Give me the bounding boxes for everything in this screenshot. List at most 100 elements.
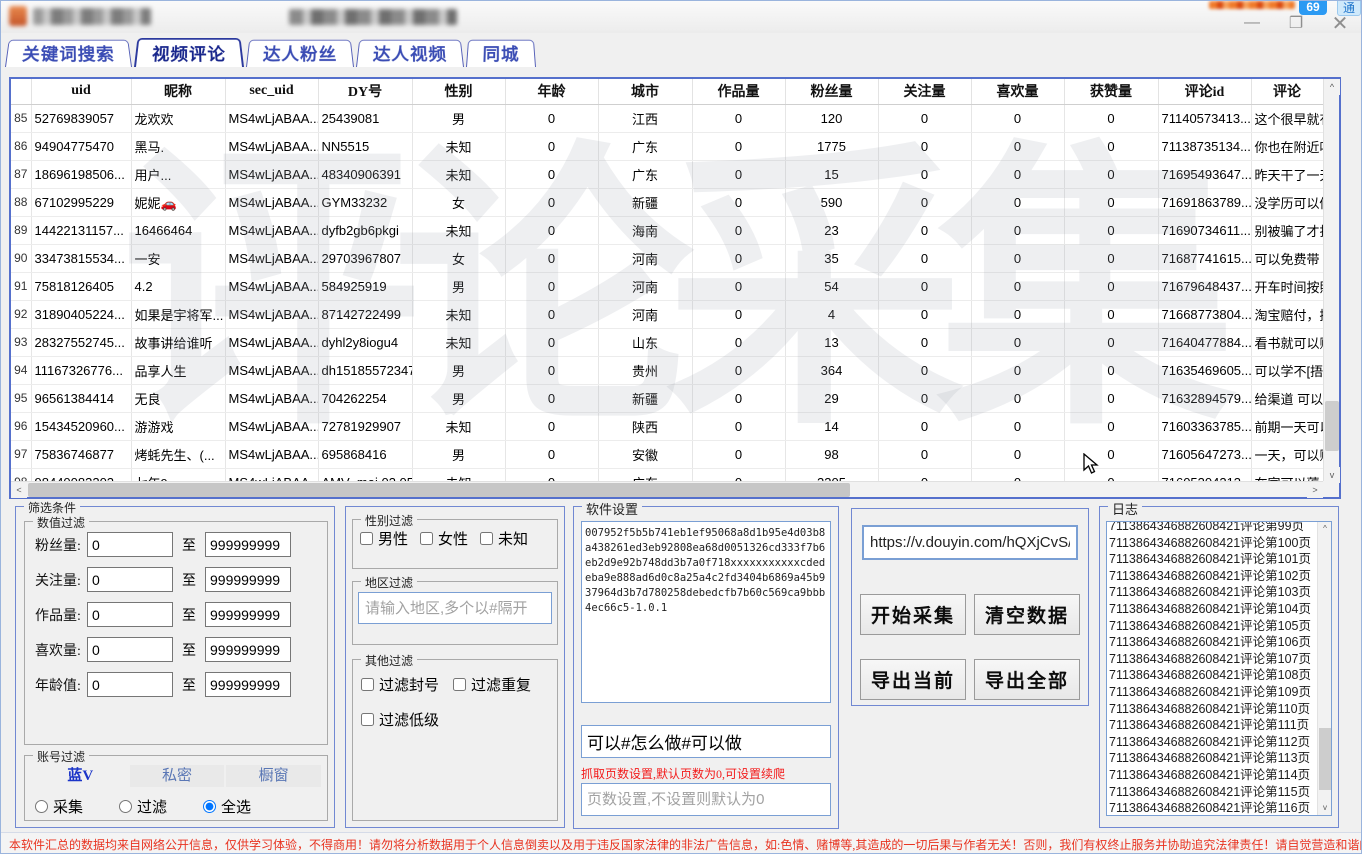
log-entry[interactable]: 7113864346882608421评论第106页: [1109, 634, 1316, 651]
start-collect-button[interactable]: 开始采集: [860, 594, 966, 635]
likes-max-input[interactable]: [205, 637, 291, 662]
checkbox-filter-duplicate[interactable]: 过滤重复: [453, 674, 531, 695]
comment-keyword-input[interactable]: [581, 725, 831, 758]
column-header[interactable]: 喜欢量: [971, 79, 1064, 104]
vertical-scroll-thumb[interactable]: [1325, 401, 1339, 451]
minimize-icon[interactable]: —: [1241, 13, 1263, 33]
log-scrollbar[interactable]: ^ v: [1317, 522, 1331, 815]
chevron-up-icon[interactable]: ^: [1318, 522, 1332, 536]
tab-influencer-videos[interactable]: 达人视频: [356, 40, 464, 67]
checkbox-filter-lowlevel[interactable]: 过滤低级: [361, 709, 439, 730]
radio-collect[interactable]: 采集: [35, 796, 83, 817]
column-header[interactable]: 城市: [598, 79, 692, 104]
fans-min-input[interactable]: [87, 532, 173, 557]
log-entry[interactable]: 7113864346882608421评论第101页: [1109, 551, 1316, 568]
table-row[interactable]: 89 14422131157... 16466464 MS4wLjABAA...…: [11, 216, 1323, 244]
log-entry[interactable]: 7113864346882608421评论第109页: [1109, 684, 1316, 701]
column-header[interactable]: 评论id: [1158, 79, 1251, 104]
log-entry[interactable]: 7113864346882608421评论第102页: [1109, 568, 1316, 585]
column-header[interactable]: 评论: [1251, 79, 1323, 104]
horizontal-scroll-thumb[interactable]: [28, 483, 850, 497]
table-row[interactable]: 93 28327552745... 故事讲给谁听 MS4wLjABAA... d…: [11, 328, 1323, 356]
segment-private[interactable]: 私密: [130, 765, 225, 787]
column-header[interactable]: 作品量: [692, 79, 785, 104]
radio-filter[interactable]: 过滤: [119, 796, 167, 817]
log-entry[interactable]: 7113864346882608421评论第114页: [1109, 767, 1316, 784]
checkbox-unknown-input[interactable]: [480, 532, 493, 545]
column-header[interactable]: 昵称: [131, 79, 225, 104]
table-row[interactable]: 86 94904775470 黑马. MS4wLjABAA... NN5515 …: [11, 132, 1323, 160]
chevron-left-icon[interactable]: <: [11, 482, 27, 498]
radio-select-all-input[interactable]: [203, 800, 216, 813]
table-row[interactable]: 87 18696198506... 用户... MS4wLjABAA... 48…: [11, 160, 1323, 188]
column-header[interactable]: 性别: [412, 79, 505, 104]
checkbox-male[interactable]: 男性: [360, 528, 408, 549]
close-icon[interactable]: ✕: [1329, 13, 1351, 33]
log-entry[interactable]: 7113864346882608421评论第103页: [1109, 584, 1316, 601]
table-row[interactable]: 96 15434520960... 游游戏 MS4wLjABAA... 7278…: [11, 412, 1323, 440]
table-row[interactable]: 94 11167326776... 品享人生 MS4wLjABAA... dh1…: [11, 356, 1323, 384]
follow-min-input[interactable]: [87, 567, 173, 592]
log-entry[interactable]: 7113864346882608421评论第113页: [1109, 750, 1316, 767]
license-key-textarea[interactable]: 007952f5b5b741eb1ef95068a8d1b95e4d03b8a4…: [581, 521, 831, 703]
column-header[interactable]: sec_uid: [225, 79, 318, 104]
log-entry[interactable]: 7113864346882608421评论第100页: [1109, 535, 1316, 552]
follow-max-input[interactable]: [205, 567, 291, 592]
segment-showcase[interactable]: 橱窗: [226, 765, 321, 787]
column-header[interactable]: 获赞量: [1064, 79, 1158, 104]
works-max-input[interactable]: [205, 602, 291, 627]
age-min-input[interactable]: [87, 672, 173, 697]
video-url-input[interactable]: [862, 525, 1078, 560]
radio-collect-input[interactable]: [35, 800, 48, 813]
chevron-up-icon[interactable]: ^: [1324, 79, 1340, 95]
log-entry[interactable]: 7113864346882608421评论第111页: [1109, 717, 1316, 734]
tab-keyword-search[interactable]: 关键词搜索: [5, 40, 132, 67]
column-header[interactable]: 粉丝量: [785, 79, 878, 104]
column-header[interactable]: DY号: [318, 79, 412, 104]
likes-min-input[interactable]: [87, 637, 173, 662]
table-row[interactable]: 92 31890405224... 如果是宇将军... MS4wLjABAA..…: [11, 300, 1323, 328]
log-entry[interactable]: 7113864346882608421评论第110页: [1109, 701, 1316, 718]
column-header[interactable]: 关注量: [878, 79, 971, 104]
checkbox-filter-duplicate-input[interactable]: [453, 678, 466, 691]
radio-filter-input[interactable]: [119, 800, 132, 813]
maximize-icon[interactable]: ❐: [1285, 13, 1307, 33]
table-row[interactable]: 85 52769839057 龙欢欢 MS4wLjABAA... 2543908…: [11, 104, 1323, 132]
checkbox-unknown[interactable]: 未知: [480, 528, 528, 549]
export-all-button[interactable]: 导出全部: [974, 659, 1080, 700]
tab-video-comments[interactable]: 视频评论: [134, 38, 244, 67]
log-entry[interactable]: 7113864346882608421评论第115页: [1109, 784, 1316, 801]
clear-data-button[interactable]: 清空数据: [974, 594, 1080, 635]
column-header[interactable]: [11, 79, 31, 104]
chevron-down-icon[interactable]: v: [1318, 801, 1332, 815]
table-row[interactable]: 97 75836746877 烤蚝先生、(... MS4wLjABAA... 6…: [11, 440, 1323, 468]
log-entry[interactable]: 7113864346882608421评论第105页: [1109, 618, 1316, 635]
fans-max-input[interactable]: [205, 532, 291, 557]
column-header[interactable]: 年龄: [505, 79, 598, 104]
table-row[interactable]: 88 67102995229 妮妮🚗 MS4wLjABAA... GYM3323…: [11, 188, 1323, 216]
tab-influencer-fans[interactable]: 达人粉丝: [246, 40, 354, 67]
pages-input[interactable]: [581, 783, 831, 816]
log-entry[interactable]: 7113864346882608421评论第99页: [1109, 521, 1316, 535]
export-current-button[interactable]: 导出当前: [860, 659, 966, 700]
log-entry[interactable]: 7113864346882608421评论第104页: [1109, 601, 1316, 618]
column-header[interactable]: uid: [31, 79, 131, 104]
region-input[interactable]: [358, 592, 552, 624]
table-horizontal-scrollbar[interactable]: < >: [11, 481, 1323, 497]
checkbox-filter-lowlevel-input[interactable]: [361, 713, 374, 726]
table-row[interactable]: 90 33473815534... 一安 MS4wLjABAA... 29703…: [11, 244, 1323, 272]
checkbox-filter-banned-input[interactable]: [361, 678, 374, 691]
checkbox-female-input[interactable]: [420, 532, 433, 545]
table-row[interactable]: 95 96561384414 无良 MS4wLjABAA... 70426225…: [11, 384, 1323, 412]
log-entry[interactable]: 7113864346882608421评论第112页: [1109, 734, 1316, 751]
works-min-input[interactable]: [87, 602, 173, 627]
log-scroll-thumb[interactable]: [1319, 728, 1331, 790]
tab-same-city[interactable]: 同城: [466, 40, 536, 67]
log-entry[interactable]: 7113864346882608421评论第107页: [1109, 651, 1316, 668]
table-row[interactable]: 91 75818126405 4.2 MS4wLjABAA... 5849259…: [11, 272, 1323, 300]
chevron-right-icon[interactable]: >: [1307, 482, 1323, 498]
segment-blue-v[interactable]: 蓝V: [33, 765, 128, 787]
log-list-box[interactable]: 7113864346882608421评论第99页711386434688260…: [1106, 521, 1332, 816]
radio-select-all[interactable]: 全选: [203, 796, 251, 817]
checkbox-male-input[interactable]: [360, 532, 373, 545]
